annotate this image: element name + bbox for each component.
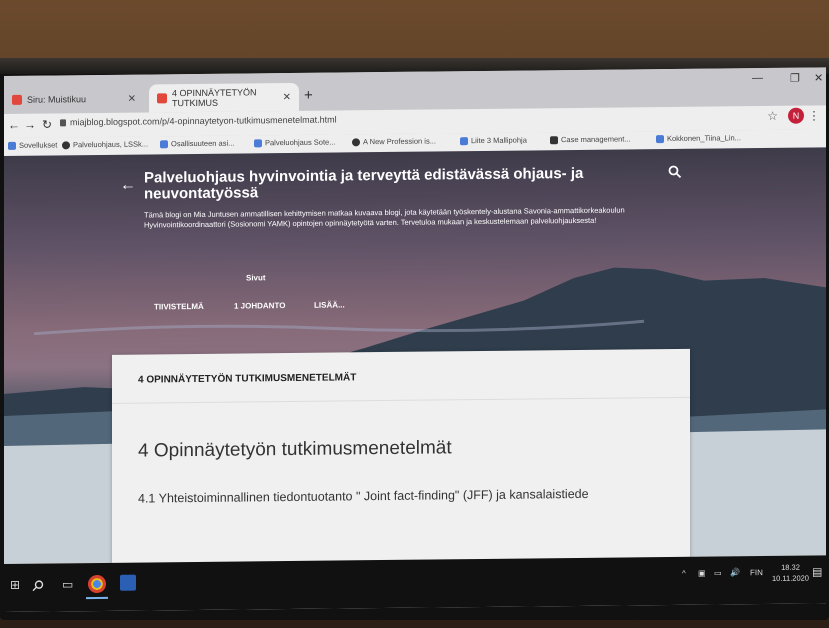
bookmark-item[interactable]: Liite 3 Mallipohja <box>460 136 527 146</box>
word-taskbar-icon[interactable] <box>120 574 136 591</box>
bookmark-favicon-icon <box>160 139 168 148</box>
monitor-screen: Siru: Muistikuu ✕ 4 OPINNÄYTETYÖN TUTKIM… <box>4 67 826 612</box>
bookmark-favicon-icon <box>254 138 262 147</box>
nav-item-tiivistelma[interactable]: TIIVISTELMÄ <box>154 302 204 312</box>
browser-tab-inactive[interactable]: Siru: Muistikuu ✕ <box>4 85 144 114</box>
close-icon[interactable]: ✕ <box>128 93 136 104</box>
bookmark-item[interactable]: Case management... <box>550 134 631 144</box>
system-clock[interactable]: 18.32 10.11.2020 <box>772 562 809 584</box>
windows-taskbar: ⊞ ▭ ^ ▣ ▭ 🔊 FIN 18.32 10.11.2020 ▤ <box>4 555 826 612</box>
blog-page: ← Palveluohjaus hyvinvointia ja terveytt… <box>4 147 826 564</box>
minimize-icon[interactable]: — <box>752 72 763 84</box>
battery-icon[interactable]: ▭ <box>714 568 722 577</box>
network-icon[interactable]: ▣ <box>698 569 706 578</box>
apps-grid-icon <box>8 141 16 150</box>
bookmark-favicon-icon <box>550 135 558 144</box>
back-arrow-icon[interactable]: ← <box>120 177 136 195</box>
post-card: 4 OPINNÄYTETYÖN TUTKIMUSMENETELMÄT 4 Opi… <box>112 348 690 564</box>
tab-label: 4 OPINNÄYTETYÖN TUTKIMUS <box>172 87 257 109</box>
blogger-favicon-icon <box>157 93 167 104</box>
browser-tab-active[interactable]: 4 OPINNÄYTETYÖN TUTKIMUS ✕ <box>149 82 299 113</box>
nav-item-more[interactable]: LISÄÄ... <box>314 300 345 309</box>
profile-avatar[interactable]: N <box>788 107 804 124</box>
post-heading: 4 Opinnäytetyön tutkimusmenetelmät <box>138 437 452 462</box>
divider <box>112 396 690 404</box>
window-close-icon[interactable]: ✕ <box>814 71 823 84</box>
browser-menu-icon[interactable]: ⋮ <box>808 108 820 122</box>
lock-icon <box>60 118 66 126</box>
bookmark-item[interactable]: Kokkonen_Tiina_Lin... <box>656 133 741 143</box>
post-subheading: 4.1 Yhteistoiminnallinen tiedontuotanto … <box>138 486 589 506</box>
bookmark-favicon-icon <box>62 140 70 149</box>
back-arrow-icon[interactable]: ← <box>8 118 20 132</box>
nav-item-johdanto[interactable]: 1 JOHDANTO <box>234 301 285 311</box>
maximize-icon[interactable]: ❐ <box>790 72 800 85</box>
post-header-title: 4 OPINNÄYTETYÖN TUTKIMUSMENETELMÄT <box>138 372 357 386</box>
tab-favicon-icon <box>12 94 22 105</box>
notification-icon[interactable]: ▤ <box>812 565 822 578</box>
bookmark-item[interactable]: Sovellukset <box>8 140 57 150</box>
bookmark-star-icon[interactable]: ☆ <box>767 109 778 123</box>
search-icon[interactable] <box>668 165 682 179</box>
close-icon[interactable]: ✕ <box>283 91 291 102</box>
tab-label: Siru: Muistikuu <box>27 94 87 105</box>
chrome-taskbar-icon[interactable] <box>88 574 106 594</box>
clock-time: 18.32 <box>781 562 800 572</box>
bookmark-item[interactable]: Palveluohjaus, LSSk... <box>62 139 148 149</box>
blog-title[interactable]: Palveluohjaus hyvinvointia ja terveyttä … <box>144 165 604 203</box>
pages-heading: Sivut <box>246 273 266 283</box>
forward-arrow-icon[interactable]: → <box>24 118 36 132</box>
bookmark-item[interactable]: A New Profession is... <box>352 136 436 146</box>
active-app-indicator <box>86 596 108 600</box>
bookmark-item[interactable]: Osallisuuteen asi... <box>160 139 234 149</box>
bookmark-favicon-icon <box>352 137 360 146</box>
address-bar-url: miajblog.blogspot.com/p/4-opinnaytetyon-… <box>70 114 337 128</box>
input-language[interactable]: FIN <box>750 568 763 577</box>
search-icon[interactable] <box>32 580 44 592</box>
volume-icon[interactable]: 🔊 <box>730 568 740 577</box>
bookmark-favicon-icon <box>656 134 664 143</box>
task-view-icon[interactable]: ▭ <box>62 577 73 591</box>
bookmark-favicon-icon <box>460 136 468 145</box>
bookmark-item[interactable]: Palveluohjaus Sote... <box>254 138 335 148</box>
tray-chevron-icon[interactable]: ^ <box>682 569 686 578</box>
windows-start-icon[interactable]: ⊞ <box>10 578 20 592</box>
address-bar[interactable]: miajblog.blogspot.com/p/4-opinnaytetyon-… <box>60 115 337 128</box>
clock-date: 10.11.2020 <box>772 573 809 583</box>
new-tab-icon[interactable]: + <box>304 87 313 104</box>
reload-icon[interactable]: ↻ <box>42 117 52 131</box>
